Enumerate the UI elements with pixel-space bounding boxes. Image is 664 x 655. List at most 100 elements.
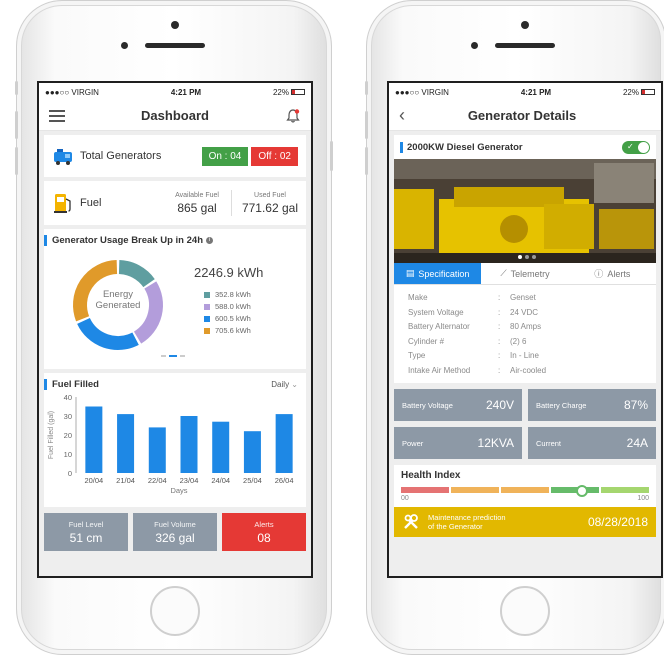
volume-up-button [15,111,18,139]
maintenance-banner[interactable]: Maintenance prediction of the Generator … [394,507,656,537]
x-tick-label: 22/04 [148,476,167,485]
tab-alerts[interactable]: ⓘ Alerts [569,263,656,284]
legend-label: 600.5 kWh [215,314,251,323]
summary-tiles: Fuel Level 51 cm Fuel Volume 326 gal Ale… [44,513,306,551]
fuel-filled-card: Fuel Filled Daily ⌄ Fuel Filled (gal) 0 10… [44,373,306,507]
alerts-value: 08 [257,530,271,545]
back-arrow-icon[interactable]: ‹ [399,105,405,126]
metric-tile[interactable]: Battery Voltage 240V [394,389,522,421]
fuel-level-label: Fuel Level [68,519,104,529]
health-min-label: 00 [401,495,409,502]
hamburger-menu-icon[interactable] [49,109,65,122]
metrics-grid: Battery Voltage 240V Battery Charge 87% Powe… [394,389,656,459]
donut-slice [77,317,139,350]
metric-tile[interactable]: Power 12KVA [394,427,522,459]
carousel-dots[interactable] [161,355,185,357]
x-tick-label: 23/04 [180,476,199,485]
proximity-sensor [121,42,128,49]
fuel-volume-tile[interactable]: Fuel Volume 326 gal [133,513,217,551]
fuel-level-tile[interactable]: Fuel Level 51 cm [44,513,128,551]
generator-photo [394,159,656,263]
battery-icon [640,89,655,96]
period-dropdown-value: Daily [271,380,290,389]
alerts-tile[interactable]: Alerts 08 [222,513,306,551]
fuel-bar [243,431,261,473]
metric-label: Power [402,438,424,448]
spec-row: Battery Alternator:80 Amps [408,320,642,335]
used-fuel-value: 771.62 gal [241,200,298,215]
tab-specification[interactable]: ▤ Specification [394,263,482,284]
fuel-volume-value: 326 gal [155,530,195,545]
usage-legend: 352.8 kWh 588.0 kWh 600.5 kWh 705.6 kWh [204,287,251,335]
fuel-filled-bar-chart: Fuel Filled (gal) 0 10 20 30 40 20/04 21/04 22/0… [48,393,294,495]
spec-key: Make [408,293,428,302]
info-icon[interactable]: i [206,237,213,244]
battery-icon [290,89,305,96]
fuel-bar [212,421,230,473]
notification-bell-icon[interactable] [285,108,301,124]
front-camera [171,21,179,29]
x-axis-label: Days [170,486,187,495]
maintenance-text: Maintenance prediction of the Generator [428,513,588,531]
fuel-bar [275,414,293,473]
health-index-bar [401,487,649,493]
tab-alerts-label: Alerts [607,268,631,279]
health-index-card: Health Index 00 100 [394,465,656,507]
x-tick-label: 21/04 [116,476,135,485]
spec-row: Cylinder #: (2) 6 [408,335,642,350]
x-tick-label: 25/04 [243,476,262,485]
phone-generator-details: ●●●○○ VIRGIN 4:21 PM 22% ‹ Generator Det… [365,0,664,655]
spec-key: Cylinder # [408,336,445,346]
battery-percent: 22% [272,87,289,97]
battery-percent: 22% [622,87,639,97]
generators-off-badge[interactable]: Off : 02 [251,146,298,166]
metric-tile[interactable]: Battery Charge 87% [528,389,656,421]
health-index-title: Health Index [401,470,461,481]
earpiece-speaker [145,43,205,48]
generator-name: 2000KW Diesel Generator [400,141,523,153]
page-title: Generator Details [467,108,577,123]
power-button [330,141,333,171]
navigation-bar: Dashboard [39,101,311,131]
health-max-label: 100 [637,495,649,502]
home-button [500,586,550,636]
metric-tile[interactable]: Current 24A [528,427,656,459]
fuel-bar [148,427,166,473]
alerts-label: Alerts [254,519,274,529]
carrier-label: ●●●○○ VIRGIN [395,87,449,97]
y-tick-label: 10 [64,450,72,459]
clock-label: 4:21 PM [170,87,202,97]
donut-center-line2: Generated [95,300,141,311]
spec-value: 24 VDC [510,307,539,317]
usage-legend-item: 600.5 kWh [204,314,251,323]
metric-value: 12KVA [477,436,514,450]
spec-value: (2) 6 [510,336,527,346]
period-dropdown[interactable]: Daily ⌄ [271,380,298,389]
fuel-volume-label: Fuel Volume [154,519,196,529]
fuel-card[interactable]: Fuel Available Fuel 865 gal Used Fuel 77… [44,181,306,225]
status-bar: ●●●○○ VIRGIN 4:21 PM 22% [39,83,311,101]
tab-telemetry[interactable]: ⟋ Telemetry [481,263,568,284]
usage-total: 2246.9 kWh [194,265,264,280]
maintenance-date: 08/28/2018 [587,515,648,529]
volume-down-button [365,147,368,175]
status-bar: ●●●○○ VIRGIN 4:21 PM 22% [389,83,661,101]
legend-label: 588.0 kWh [215,302,251,311]
available-fuel-value: 865 gal [177,200,217,215]
chart-line-icon: ⟋ [500,268,507,278]
navigation-bar: ‹ Generator Details [389,101,661,131]
fuel-bar [117,414,135,473]
spec-row: Intake Air Method: Air-cooled [408,364,642,379]
battery-indicator: 22% [623,88,655,97]
x-tick-label: 24/04 [211,476,230,485]
total-generators-card[interactable]: Total Generators On : 04 Off : 02 [44,135,306,177]
alert-circle-icon: ⓘ [594,269,604,279]
home-button [150,586,200,636]
volume-up-button [365,111,368,139]
generator-power-toggle[interactable]: ✓ [622,140,650,154]
photo-carousel-dots[interactable] [518,255,536,259]
generators-on-badge[interactable]: On : 04 [201,146,249,166]
legend-label: 705.6 kWh [215,326,251,335]
phone-dashboard: ●●●○○ VIRGIN 4:21 PM 22% Dashboard Total… [15,0,333,655]
spec-value: 80 Amps [510,322,542,331]
